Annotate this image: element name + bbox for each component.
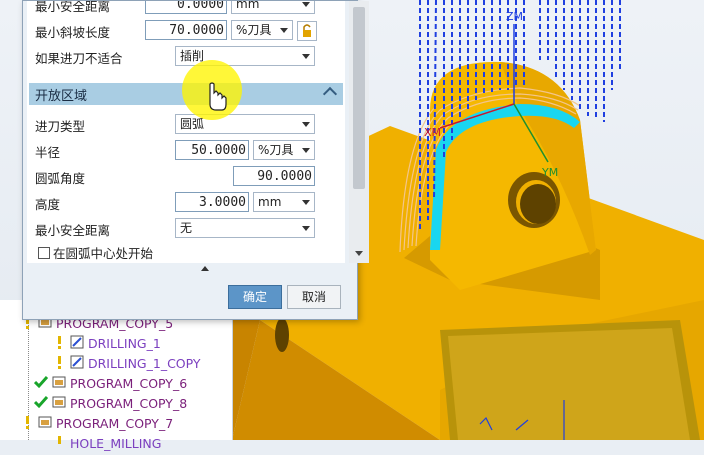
min-safe-distance-input[interactable]: 0.0000 — [145, 1, 227, 14]
min-safe-distance-unit-select[interactable]: mm — [231, 1, 315, 14]
select-value: 无 — [180, 221, 193, 235]
field-label: 半径 — [35, 145, 61, 160]
tree-item-label: HOLE_MILLING — [69, 436, 162, 451]
lock-icon[interactable] — [297, 21, 317, 41]
operation-navigator[interactable]: PROGRAM_COPY_5 DRILLING_1 DRILLING_1_COP… — [0, 300, 233, 451]
tree-item-program-copy-6[interactable]: PROGRAM_COPY_6 — [33, 374, 188, 395]
field-label: 如果进刀不适合 — [35, 51, 123, 66]
pending-icon — [22, 415, 34, 435]
row-min-ramp-length: 最小斜坡长度 70.0000 %刀具 — [27, 17, 345, 43]
dropdown-arrow-icon — [302, 226, 310, 231]
scroll-down-icon[interactable] — [355, 251, 363, 256]
dropdown-arrow-icon — [302, 54, 310, 59]
pocket-inner — [448, 328, 690, 440]
ym-label: YM — [541, 166, 558, 179]
tree-item-drilling-1[interactable]: DRILLING_1 — [54, 334, 161, 354]
row-height: 高度 3.0000 mm — [27, 189, 345, 215]
drill-op-icon — [70, 355, 84, 375]
min-ramp-length-unit-select[interactable]: %刀具 — [231, 20, 293, 40]
program-group-icon — [52, 395, 66, 415]
hand-cursor-icon — [209, 82, 227, 111]
arc-angle-input[interactable]: 90.0000 — [233, 166, 315, 186]
field-label: 进刀类型 — [35, 119, 86, 134]
dialog-content: 最小安全距离 0.0000 mm 最小斜坡长度 70.0000 %刀具 如果进刀… — [27, 1, 345, 263]
height-input[interactable]: 3.0000 — [175, 192, 249, 212]
tree-item-program-copy-8[interactable]: PROGRAM_COPY_8 — [33, 394, 188, 415]
lug-hole-inner — [520, 184, 556, 224]
tree-item-label: DRILLING_1 — [87, 336, 161, 351]
check-icon — [33, 375, 49, 395]
field-label: 最小安全距离 — [35, 223, 111, 238]
check-icon — [33, 395, 49, 415]
dropdown-arrow-icon — [302, 122, 310, 127]
program-group-icon — [38, 415, 52, 435]
tree-item-drilling-1-copy[interactable]: DRILLING_1_COPY — [54, 354, 201, 374]
section-title: 开放区域 — [35, 89, 88, 104]
tree-item-label: PROGRAM_COPY_7 — [55, 416, 174, 431]
min-safe-distance-select[interactable]: 无 — [175, 218, 315, 238]
drill-op-icon — [70, 335, 84, 355]
non-cutting-moves-dialog[interactable]: 最小安全距离 0.0000 mm 最小斜坡长度 70.0000 %刀具 如果进刀… — [22, 0, 369, 320]
program-group-icon — [52, 375, 66, 395]
tree-item-label: PROGRAM_COPY_8 — [69, 396, 188, 411]
field-label: 最小斜坡长度 — [35, 25, 111, 40]
tree-item-hole-milling[interactable]: HOLE_MILLING — [54, 434, 161, 454]
dialog-scrollbar[interactable] — [349, 1, 369, 263]
dropdown-arrow-icon — [280, 28, 288, 33]
field-label: 圆弧角度 — [35, 171, 86, 186]
field-label: 高度 — [35, 197, 61, 212]
unit-value: %刀具 — [258, 143, 294, 157]
radius-unit-select[interactable]: %刀具 — [253, 140, 315, 160]
height-unit-select[interactable]: mm — [253, 192, 315, 212]
dropdown-arrow-icon — [302, 2, 310, 7]
radius-input[interactable]: 50.0000 — [175, 140, 249, 160]
row-arc-angle: 圆弧角度 90.0000 — [27, 163, 345, 189]
unit-value: %刀具 — [236, 23, 272, 37]
dropdown-arrow-icon — [302, 200, 310, 205]
cursor-highlight — [182, 60, 242, 120]
min-ramp-length-input[interactable]: 70.0000 — [145, 20, 227, 40]
pending-icon — [54, 335, 66, 355]
unit-value: mm — [236, 1, 260, 11]
pending-icon — [54, 435, 66, 455]
row-radius: 半径 50.0000 %刀具 — [27, 137, 345, 163]
row-start-at-arc-center: 在圆弧中心处开始 — [27, 241, 345, 263]
pending-icon — [54, 355, 66, 375]
collapse-up-icon[interactable] — [201, 266, 209, 271]
field-label: 最小安全距离 — [35, 1, 111, 14]
dropdown-arrow-icon — [302, 148, 310, 153]
cancel-button[interactable]: 取消 — [287, 285, 341, 309]
tree-item-label: PROGRAM_COPY_6 — [69, 376, 188, 391]
tree-item-label: DRILLING_1_COPY — [87, 356, 201, 371]
ok-button[interactable]: 确定 — [228, 285, 282, 309]
side-hole — [275, 318, 289, 352]
row-min-safe-distance: 最小安全距离 无 — [27, 215, 345, 241]
scroll-thumb[interactable] — [353, 7, 365, 189]
zm-label: ZM — [506, 10, 523, 23]
tree-item-program-copy-7[interactable]: PROGRAM_COPY_7 — [22, 414, 173, 434]
start-at-arc-center-checkbox[interactable] — [38, 247, 50, 259]
xm-label: XM — [424, 126, 441, 139]
checkbox-label: 在圆弧中心处开始 — [53, 246, 154, 261]
row-min-safe-distance-top: 最小安全距离 0.0000 mm — [27, 1, 345, 17]
unit-value: mm — [258, 195, 282, 209]
chevron-up-icon[interactable] — [322, 86, 338, 102]
